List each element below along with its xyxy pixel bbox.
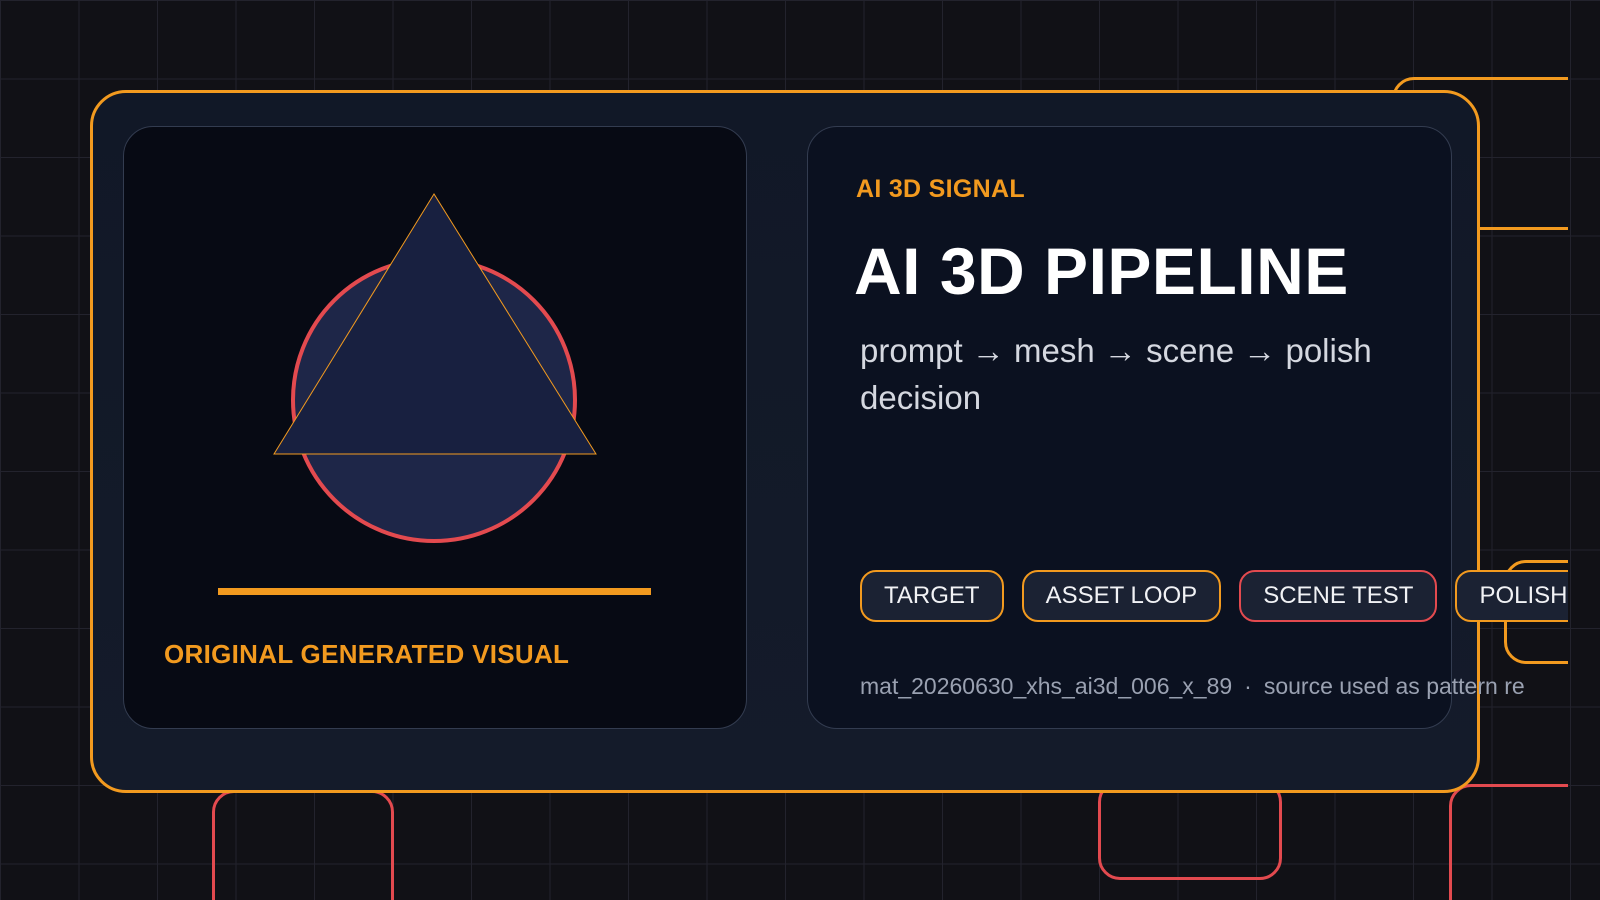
source-footer: mat_20260630_xhs_ai3d_006_x_89 · source us… xyxy=(860,673,1525,700)
main-card: ORIGINAL GENERATED VISUAL AI 3D SIGNAL A… xyxy=(90,90,1568,793)
material-id: mat_20260630_xhs_ai3d_006_x_89 xyxy=(860,673,1233,699)
chip-target[interactable]: TARGET xyxy=(860,570,1004,622)
bg-outline-bottom-left xyxy=(212,790,394,900)
chip-polish[interactable]: POLISH xyxy=(1455,570,1568,622)
source-note: source used as pattern re xyxy=(1263,673,1525,699)
bg-outline-bottom-right xyxy=(1449,784,1568,900)
eyebrow-label: AI 3D SIGNAL xyxy=(856,175,1025,203)
pipeline-subtitle: prompt → mesh → scene → polish decision xyxy=(860,332,1372,416)
chip-row: TARGET ASSET LOOP SCENE TEST POLISH xyxy=(860,570,1568,622)
viewport: ORIGINAL GENERATED VISUAL AI 3D SIGNAL A… xyxy=(0,0,1568,900)
visual-panel: ORIGINAL GENERATED VISUAL xyxy=(123,126,747,729)
bg-outline-bottom-mid xyxy=(1098,780,1282,880)
visual-label: ORIGINAL GENERATED VISUAL xyxy=(164,639,570,669)
visual-divider xyxy=(218,588,651,595)
chip-asset-loop[interactable]: ASSET LOOP xyxy=(1021,570,1222,622)
footer-separator: · xyxy=(1244,673,1252,699)
page-title: AI 3D PIPELINE xyxy=(854,234,1349,308)
chip-scene-test[interactable]: SCENE TEST xyxy=(1239,570,1438,622)
info-panel: AI 3D SIGNAL AI 3D PIPELINE prompt → mes… xyxy=(807,126,1568,729)
